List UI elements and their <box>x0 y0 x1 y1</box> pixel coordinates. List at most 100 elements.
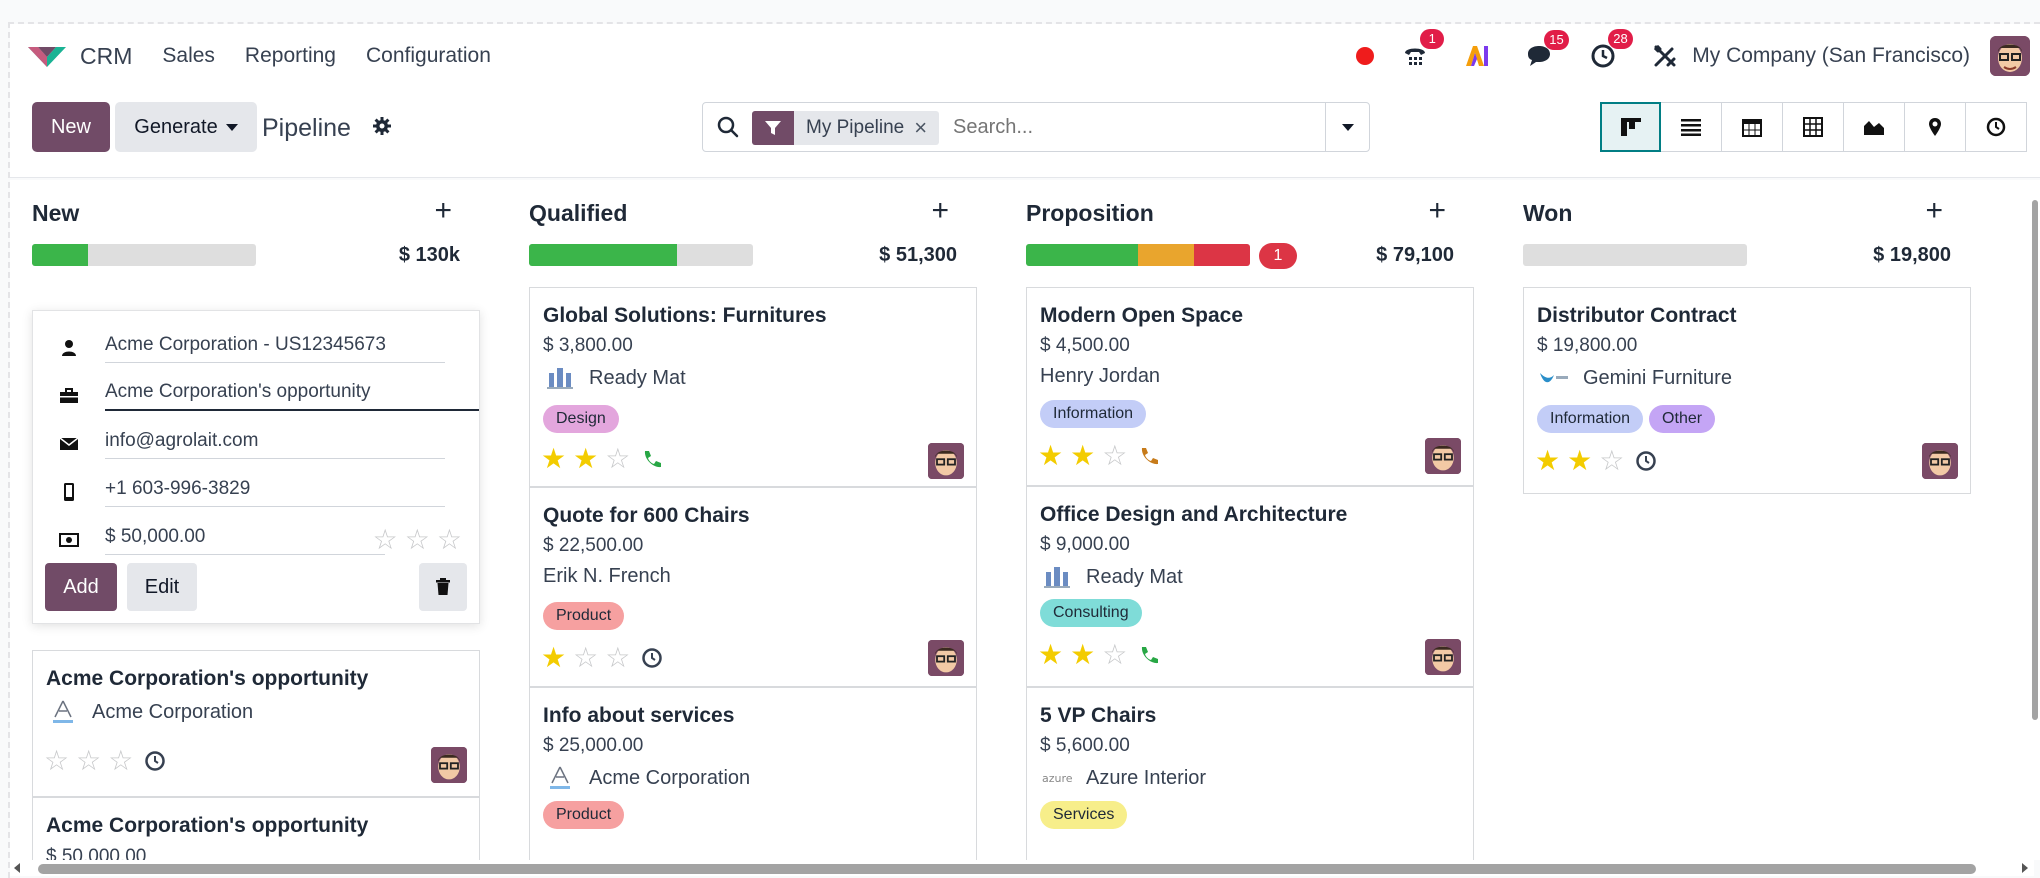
gear-icon[interactable] <box>372 116 392 136</box>
activity-view-button[interactable] <box>1966 102 2027 152</box>
edit-button[interactable]: Edit <box>127 563 197 611</box>
search-options-toggle[interactable] <box>1325 103 1369 151</box>
column-quick-add-button[interactable]: + <box>1428 194 1446 228</box>
company-switcher[interactable]: My Company (San Francisco) <box>1692 44 1970 68</box>
star-filled-icon[interactable]: ★ <box>1567 447 1592 475</box>
star-empty-icon[interactable]: ☆ <box>76 747 101 775</box>
control-panel: New Generate Pipeline My Pipeline × <box>10 88 2040 178</box>
star-filled-icon[interactable]: ★ <box>1070 442 1095 470</box>
kanban-card[interactable]: Distributor Contract $ 19,800.00 Gemini … <box>1523 287 1971 494</box>
scroll-left-icon[interactable] <box>14 863 20 873</box>
column-progress-bar[interactable] <box>1523 244 1747 266</box>
column-progress-bar[interactable] <box>1026 244 1250 266</box>
star-empty-icon[interactable]: ☆ <box>373 526 398 554</box>
add-button[interactable]: Add <box>45 563 117 611</box>
star-empty-icon[interactable]: ☆ <box>1599 447 1624 475</box>
kanban-card[interactable]: Acme Corporation's opportunity Acme Corp… <box>32 650 480 797</box>
star-filled-icon[interactable]: ★ <box>1038 442 1063 470</box>
activities-button[interactable]: 28 <box>1590 29 1633 69</box>
star-filled-icon[interactable]: ★ <box>541 445 566 473</box>
star-empty-icon[interactable]: ☆ <box>1102 442 1127 470</box>
vertical-scrollbar[interactable] <box>2030 180 2040 860</box>
card-tags: Design <box>543 405 625 433</box>
overdue-count-badge[interactable]: 1 <box>1259 243 1297 269</box>
column-quick-add-button[interactable]: + <box>1925 194 1943 228</box>
email-field[interactable]: info@agrolait.com <box>105 430 445 459</box>
debug-tools-button[interactable] <box>1652 43 1678 69</box>
opportunity-name-field[interactable]: Acme Corporation's opportunity <box>105 381 479 411</box>
ai-button[interactable] <box>1464 44 1490 68</box>
app-brand[interactable]: CRM <box>26 43 132 70</box>
salesperson-avatar[interactable] <box>1425 639 1461 675</box>
star-filled-icon[interactable]: ★ <box>1535 447 1560 475</box>
column-quick-add-button[interactable]: + <box>434 194 452 228</box>
voip-button[interactable]: 1 <box>1402 29 1445 69</box>
salesperson-avatar[interactable] <box>1922 443 1958 479</box>
vertical-scrollbar-thumb[interactable] <box>2032 200 2038 720</box>
progress-green-segment[interactable] <box>32 244 88 266</box>
column-progress-bar[interactable] <box>529 244 753 266</box>
new-button[interactable]: New <box>32 102 110 152</box>
star-empty-icon[interactable]: ☆ <box>605 644 630 672</box>
star-empty-icon[interactable]: ☆ <box>108 747 133 775</box>
pivot-view-button[interactable] <box>1783 102 1844 152</box>
kanban-card[interactable]: Acme Corporation's opportunity $ 50,000.… <box>32 797 480 860</box>
search-icon[interactable] <box>717 116 739 138</box>
user-avatar[interactable] <box>1990 36 2030 76</box>
star-empty-icon[interactable]: ☆ <box>437 526 462 554</box>
salesperson-avatar[interactable] <box>928 443 964 479</box>
phone-icon[interactable] <box>641 448 663 470</box>
search-input[interactable] <box>951 115 1251 140</box>
expected-revenue-field[interactable]: $ 50,000.00 <box>105 526 385 555</box>
activity-clock-icon[interactable] <box>641 647 663 669</box>
menu-configuration[interactable]: Configuration <box>366 44 491 68</box>
facet-remove-icon[interactable]: × <box>914 115 939 141</box>
phone-icon[interactable] <box>1138 644 1160 666</box>
horizontal-scrollbar-thumb[interactable] <box>38 864 1976 874</box>
calendar-view-button[interactable] <box>1722 102 1783 152</box>
partner-name: Ready Mat <box>1086 565 1183 588</box>
column-quick-add-button[interactable]: + <box>931 194 949 228</box>
progress-green-segment[interactable] <box>529 244 677 266</box>
kanban-card[interactable]: Info about services $ 25,000.00 Acme Cor… <box>529 687 977 860</box>
column-progress-bar[interactable] <box>32 244 256 266</box>
star-filled-icon[interactable]: ★ <box>1038 641 1063 669</box>
menu-sales[interactable]: Sales <box>162 44 215 68</box>
list-view-button[interactable] <box>1661 102 1722 152</box>
kanban-card[interactable]: Global Solutions: Furnitures $ 3,800.00 … <box>529 287 977 487</box>
kanban-card[interactable]: Office Design and Architecture $ 9,000.0… <box>1026 486 1474 687</box>
activity-clock-icon[interactable] <box>1635 450 1657 472</box>
kanban-card[interactable]: Modern Open Space $ 4,500.00 Henry Jorda… <box>1026 287 1474 486</box>
star-empty-icon[interactable]: ☆ <box>605 445 630 473</box>
kanban-view-button[interactable] <box>1600 102 1661 152</box>
priority-stars[interactable]: ☆ ☆ ☆ <box>373 526 469 554</box>
star-empty-icon[interactable]: ☆ <box>44 747 69 775</box>
phone-icon[interactable] <box>1138 445 1160 467</box>
salesperson-avatar[interactable] <box>928 640 964 676</box>
progress-red-segment[interactable] <box>1194 244 1250 266</box>
progress-green-segment[interactable] <box>1026 244 1138 266</box>
star-empty-icon[interactable]: ☆ <box>405 526 430 554</box>
star-empty-icon[interactable]: ☆ <box>1102 641 1127 669</box>
horizontal-scrollbar[interactable] <box>10 860 2034 876</box>
contact-field[interactable]: Acme Corporation - US12345673 <box>105 334 445 363</box>
activity-clock-icon[interactable] <box>144 750 166 772</box>
phone-field[interactable]: +1 603-996-3829 <box>105 478 445 507</box>
kanban-card[interactable]: 5 VP Chairs $ 5,600.00 azure Azure Inter… <box>1026 687 1474 860</box>
generate-button[interactable]: Generate <box>115 102 257 152</box>
star-empty-icon[interactable]: ☆ <box>573 644 598 672</box>
recording-indicator[interactable] <box>1356 47 1375 65</box>
messaging-button[interactable]: 15 <box>1526 30 1569 68</box>
salesperson-avatar[interactable] <box>1425 438 1461 474</box>
menu-reporting[interactable]: Reporting <box>245 44 336 68</box>
map-view-button[interactable] <box>1905 102 1966 152</box>
progress-orange-segment[interactable] <box>1138 244 1194 266</box>
star-filled-icon[interactable]: ★ <box>541 644 566 672</box>
star-filled-icon[interactable]: ★ <box>573 445 598 473</box>
discard-button[interactable] <box>419 563 467 611</box>
salesperson-avatar[interactable] <box>431 747 467 783</box>
star-filled-icon[interactable]: ★ <box>1070 641 1095 669</box>
graph-view-button[interactable] <box>1844 102 1905 152</box>
kanban-card[interactable]: Quote for 600 Chairs $ 22,500.00 Erik N.… <box>529 487 977 687</box>
scroll-right-icon[interactable] <box>2022 863 2028 873</box>
